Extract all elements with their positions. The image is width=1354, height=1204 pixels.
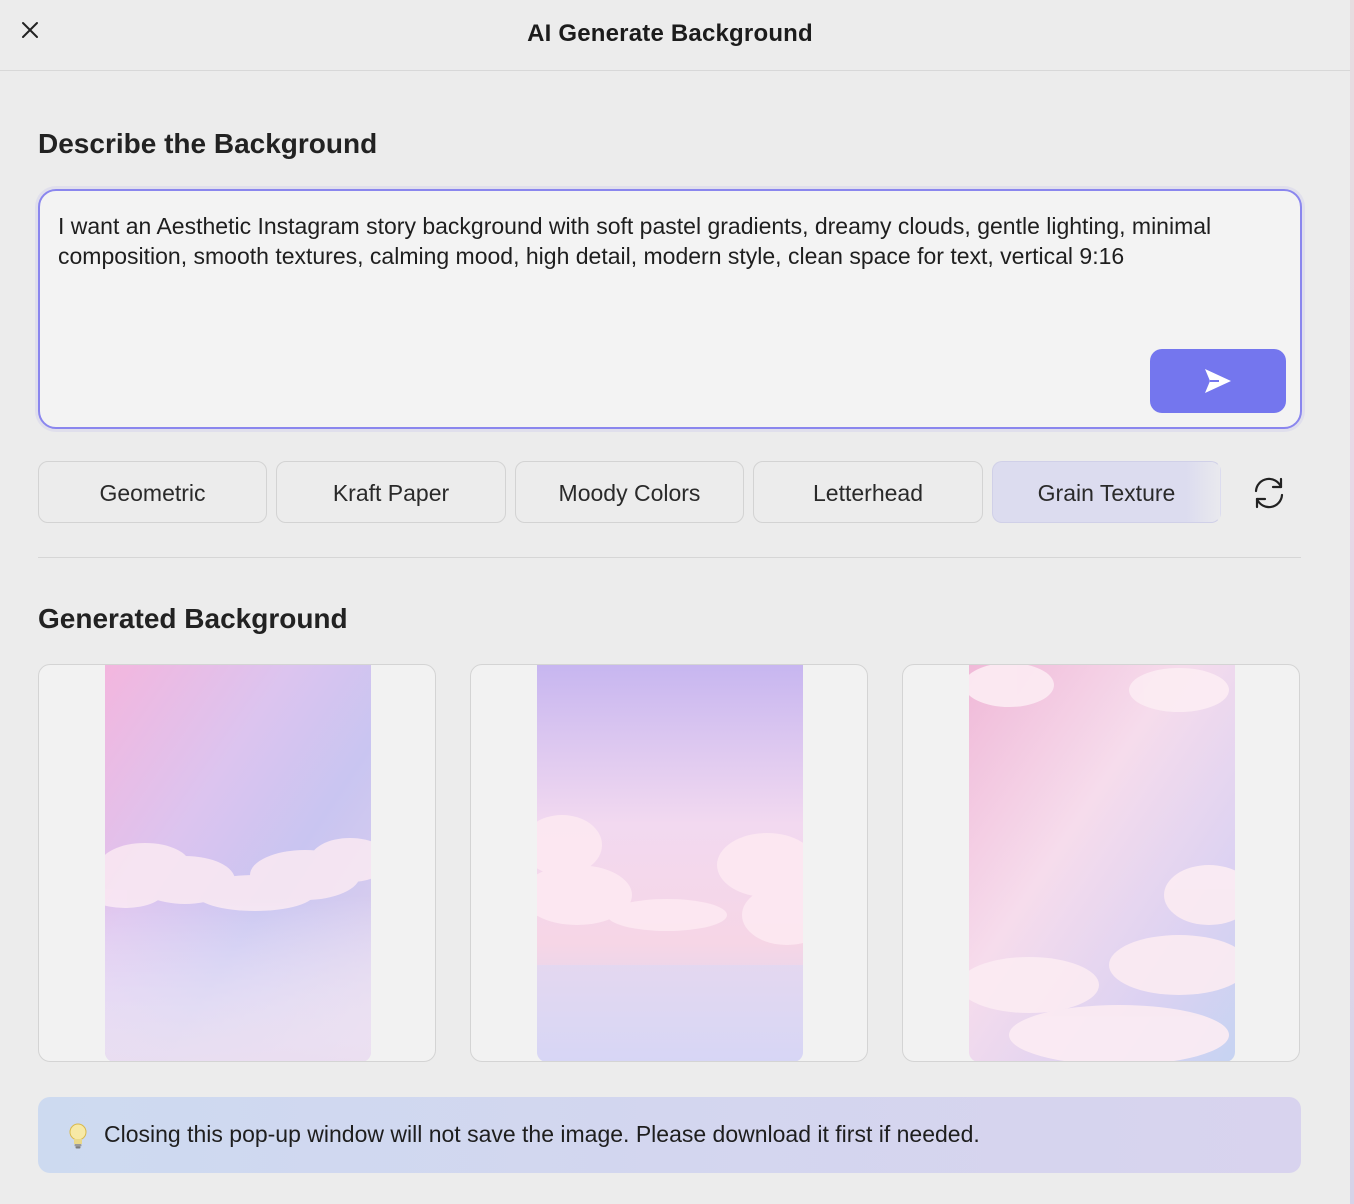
generated-section-title: Generated Background [38, 603, 348, 634]
ai-generate-background-window: AI Generate Background Describe the Back… [0, 0, 1354, 1204]
generated-card-3[interactable] [902, 664, 1300, 1062]
generated-image-3[interactable] [969, 665, 1235, 1061]
style-chip-moody-colors[interactable]: Moody Colors [515, 461, 744, 523]
send-button[interactable] [1150, 349, 1286, 413]
describe-section-title: Describe the Background [38, 128, 378, 159]
dialog-title: AI Generate Background [527, 20, 813, 47]
generated-card-1[interactable] [38, 664, 436, 1062]
background-edge [1350, 0, 1354, 1204]
dialog-header: AI Generate Background [0, 0, 1350, 71]
generated-card-2[interactable] [470, 664, 868, 1062]
style-chip-grain-texture[interactable]: Grain Texture [992, 461, 1221, 523]
refresh-icon[interactable] [1250, 474, 1288, 512]
lightbulb-icon [68, 1122, 88, 1150]
section-divider [38, 557, 1301, 558]
style-chip-geometric[interactable]: Geometric [38, 461, 267, 523]
send-icon [1205, 369, 1231, 393]
generated-image-2[interactable] [537, 665, 803, 1061]
prompt-textarea[interactable]: I want an Aesthetic Instagram story back… [38, 189, 1302, 429]
notice-text: Closing this pop-up window will not save… [104, 1121, 980, 1147]
notice-banner: Closing this pop-up window will not save… [38, 1097, 1301, 1173]
generated-image-1[interactable] [105, 665, 371, 1061]
style-chip-kraft-paper[interactable]: Kraft Paper [276, 461, 506, 523]
prompt-text[interactable]: I want an Aesthetic Instagram story back… [58, 211, 1273, 271]
style-chip-letterhead[interactable]: Letterhead [753, 461, 983, 523]
